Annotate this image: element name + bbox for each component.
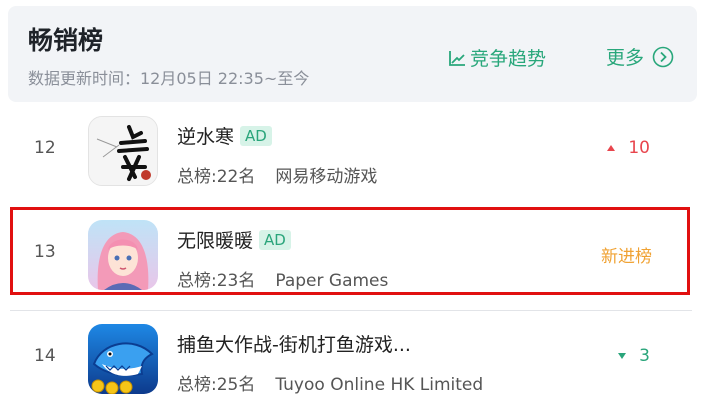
chevron-right-circle-icon [652, 46, 674, 67]
rank-change-value: 10 [628, 138, 650, 158]
rank-number: 12 [34, 138, 56, 158]
rank-change: 3 [617, 346, 650, 366]
trend-label: 竞争趋势 [470, 48, 547, 70]
app-name[interactable]: 捕鱼大作战-街机打鱼游戏... [177, 330, 411, 357]
developer-name: 网易移动游戏 [275, 167, 378, 187]
trend-link[interactable]: 竞争趋势 [448, 44, 546, 71]
app-name-text: 逆水寒 [177, 126, 235, 148]
app-meta: 总榜:25名 Tuyoo Online HK Limited [177, 370, 483, 395]
rank-change-value: 3 [639, 346, 650, 366]
developer-name: Tuyoo Online HK Limited [275, 375, 484, 395]
fishing-game-app-icon[interactable] [88, 324, 158, 394]
update-time: 数据更新时间：12月05日 22:35~至今 [28, 69, 310, 88]
highlight-box [10, 207, 690, 295]
more-link[interactable]: 更多 [606, 43, 674, 70]
divider [10, 310, 692, 311]
arrow-up-icon [607, 145, 616, 151]
page-title: 畅销榜 [28, 26, 104, 55]
more-label: 更多 [606, 47, 645, 69]
arrow-down-icon [618, 353, 627, 359]
app-name[interactable]: 逆水寒 AD [177, 122, 272, 149]
app-name-text: 捕鱼大作战-街机打鱼游戏... [177, 334, 411, 356]
list-item[interactable]: 12 逆水寒 AD 总榜:22名 网易移动游戏 10 [10, 104, 690, 200]
rank-change: 10 [606, 138, 650, 158]
ad-badge: AD [240, 125, 272, 146]
nishuihan-app-icon[interactable] [88, 116, 158, 186]
overall-rank: 总榜:25名 [177, 375, 256, 395]
ranking-header: 畅销榜 数据更新时间：12月05日 22:35~至今 竞争趋势 更多 [8, 6, 697, 102]
app-meta: 总榜:22名 网易移动游戏 [177, 162, 377, 187]
overall-rank: 总榜:22名 [177, 167, 256, 187]
line-chart-icon [449, 50, 465, 66]
list-item[interactable]: 14 捕鱼大作战-街机打鱼游戏... 总榜:25名 Tuyoo Online HK… [10, 312, 690, 408]
rank-number: 14 [34, 346, 56, 366]
